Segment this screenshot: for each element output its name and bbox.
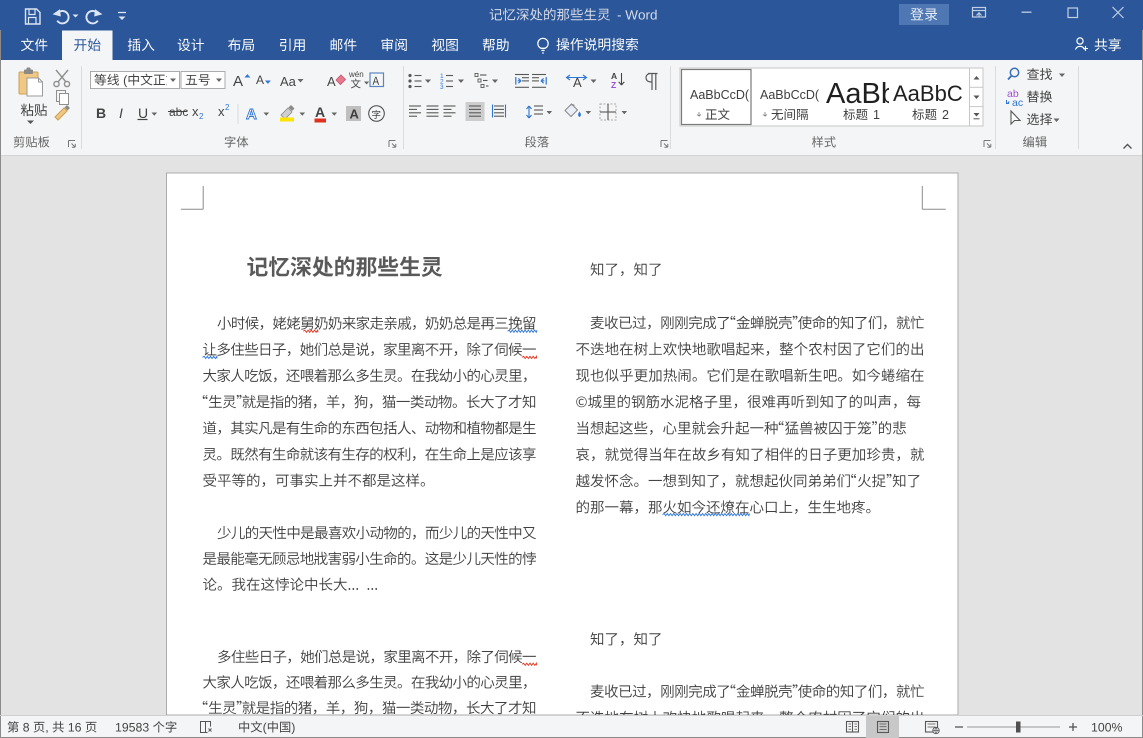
svg-text:ac: ac	[1012, 97, 1023, 109]
svg-text:AaBbC: AaBbC	[893, 81, 963, 106]
svg-text:A: A	[233, 73, 243, 90]
svg-text:2: 2	[199, 112, 204, 121]
svg-text:A: A	[246, 106, 257, 123]
svg-text:3: 3	[440, 84, 444, 91]
svg-text:2: 2	[942, 108, 949, 122]
svg-text:U: U	[138, 105, 148, 121]
svg-text:Z: Z	[611, 80, 616, 90]
svg-text:AaBb: AaBb	[826, 78, 897, 110]
svg-text:AaBbCcD(: AaBbCcD(	[760, 88, 820, 102]
svg-text:A: A	[256, 73, 264, 87]
svg-text:x: x	[218, 104, 225, 119]
svg-text:A: A	[315, 104, 325, 120]
svg-text:1: 1	[873, 108, 880, 122]
svg-text:x: x	[192, 104, 199, 119]
svg-text:Aa: Aa	[280, 74, 297, 89]
svg-text:I: I	[119, 105, 123, 121]
svg-text:A: A	[327, 74, 336, 89]
svg-text:B: B	[96, 105, 106, 121]
svg-text:AaBbCcD(: AaBbCcD(	[690, 88, 750, 102]
svg-text:wén: wén	[348, 70, 364, 79]
svg-text:A: A	[350, 107, 360, 122]
svg-text:2: 2	[225, 103, 230, 112]
